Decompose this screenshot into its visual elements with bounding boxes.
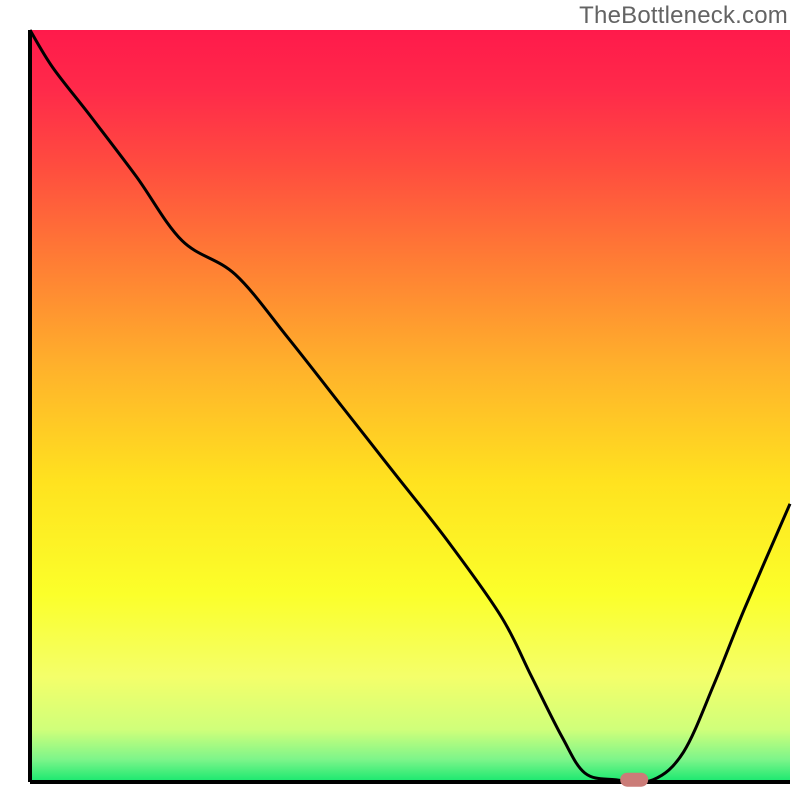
optimal-marker	[620, 773, 648, 787]
gradient-background	[30, 30, 790, 782]
chart-svg	[0, 0, 800, 800]
chart-stage: TheBottleneck.com	[0, 0, 800, 800]
